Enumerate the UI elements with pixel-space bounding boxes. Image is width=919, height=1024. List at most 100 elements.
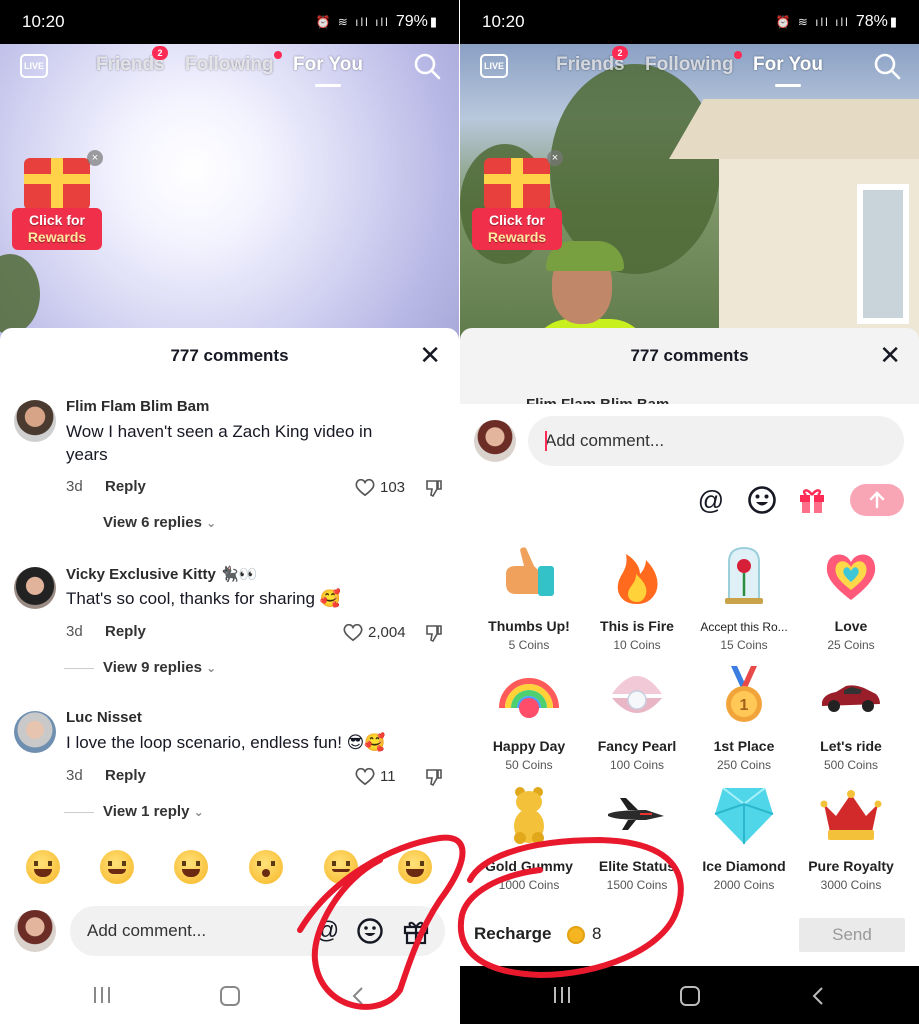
like-count: 103 xyxy=(380,478,406,496)
avatar xyxy=(474,420,516,462)
send-gift-button[interactable]: Send xyxy=(799,918,905,952)
like-button[interactable]: 2,004 xyxy=(342,622,406,642)
tab-following[interactable]: Following xyxy=(645,54,734,76)
dislike-icon[interactable] xyxy=(424,478,444,498)
rewards-line-2: Rewards xyxy=(487,229,547,245)
recharge-button[interactable]: Recharge xyxy=(474,924,551,944)
reply-button[interactable]: Reply xyxy=(105,623,146,640)
system-nav-bar xyxy=(460,966,919,1024)
recent-apps-icon[interactable] xyxy=(552,986,572,1004)
comment-compose-area: Add comment... @ xyxy=(460,404,919,534)
recent-apps-icon[interactable] xyxy=(92,986,112,1004)
heart-icon xyxy=(355,767,375,786)
dislike-icon[interactable] xyxy=(424,623,444,643)
rewards-widget[interactable]: Click for Rewards × xyxy=(472,150,564,250)
rewards-widget[interactable]: Click for Rewards × xyxy=(12,150,104,250)
friends-badge: 2 xyxy=(152,46,168,60)
reply-button[interactable]: Reply xyxy=(105,767,146,784)
gift-name: Fancy Pearl xyxy=(597,738,677,754)
gift-icon[interactable] xyxy=(402,917,430,945)
close-icon[interactable]: ✕ xyxy=(419,342,441,368)
coin-icon xyxy=(567,926,585,944)
status-bar: 10:20 ⏰ ≋ ıll ıll 78% ▮ xyxy=(460,0,919,44)
tab-for-you[interactable]: For You xyxy=(753,54,823,76)
close-icon[interactable]: ✕ xyxy=(879,342,901,368)
sweat-smile-emoji-icon[interactable] xyxy=(398,850,432,884)
back-icon[interactable] xyxy=(350,986,366,1006)
search-icon[interactable] xyxy=(873,52,901,80)
home-icon[interactable] xyxy=(219,986,241,1006)
top-navigation: LIVE Friends 2 Following For You xyxy=(460,46,919,87)
dislike-icon[interactable] xyxy=(424,767,444,787)
battery-icon: ▮ xyxy=(889,14,897,29)
friends-badge: 2 xyxy=(612,46,628,60)
close-rewards-icon[interactable]: × xyxy=(547,150,563,166)
avatar[interactable] xyxy=(14,567,56,609)
active-tab-indicator xyxy=(315,84,341,87)
mention-icon[interactable]: @ xyxy=(313,917,341,945)
comment-text: Wow I haven't seen a Zach King video in … xyxy=(66,422,373,464)
comment-age: 3d xyxy=(66,767,83,784)
signal-wifi-icons: ⏰ ≋ ıll ıll xyxy=(315,15,390,29)
chevron-down-icon: ⌄ xyxy=(206,661,217,675)
view-replies-button[interactable]: View 9 replies ⌄ xyxy=(103,659,216,676)
gift-price: 500 Coins xyxy=(823,758,879,772)
pearl-icon xyxy=(612,676,662,713)
tree-shape xyxy=(0,254,40,334)
gift-price: 5 Coins xyxy=(508,638,550,652)
view-replies-button[interactable]: View 1 reply ⌄ xyxy=(103,803,204,820)
flushed-emoji-icon[interactable] xyxy=(249,850,283,884)
comment-age: 3d xyxy=(66,623,83,640)
heart-icon xyxy=(343,623,363,642)
left-screenshot: 10:20 ⏰ ≋ ıll ıll 79% ▮ LIVE Friends 2 F… xyxy=(0,0,459,1024)
rewards-line-1: Click for xyxy=(28,212,85,228)
comment-username[interactable]: Flim Flam Blim Bam xyxy=(66,398,209,415)
quick-emoji-row xyxy=(0,850,459,890)
comment-username[interactable]: Luc Nisset xyxy=(66,709,142,726)
gift-name: This is Fire xyxy=(600,618,674,634)
chevron-down-icon: ⌄ xyxy=(206,516,217,530)
like-button[interactable]: 11 xyxy=(354,766,396,786)
home-icon[interactable] xyxy=(679,986,701,1006)
emoji-picker-icon[interactable] xyxy=(746,484,778,516)
gift-price: 3000 Coins xyxy=(820,878,882,892)
like-button[interactable]: 103 xyxy=(354,477,405,497)
grin-emoji-icon[interactable] xyxy=(26,850,60,884)
gift-price: 100 Coins xyxy=(609,758,665,772)
smiling-hearts-emoji-icon[interactable] xyxy=(100,850,134,884)
avatar[interactable] xyxy=(14,400,56,442)
tab-following[interactable]: Following xyxy=(185,54,274,76)
smirk-emoji-icon[interactable] xyxy=(324,850,358,884)
following-dot xyxy=(274,51,282,59)
gift-price: 250 Coins xyxy=(716,758,772,772)
active-tab-indicator xyxy=(775,84,801,87)
tears-of-joy-emoji-icon[interactable] xyxy=(174,850,208,884)
comment-input[interactable]: Add comment... xyxy=(70,906,445,956)
gift-name: Gold Gummy xyxy=(485,858,573,874)
back-icon[interactable] xyxy=(810,986,826,1006)
gift-icon[interactable] xyxy=(796,484,828,516)
comments-count-title: 777 comments xyxy=(170,346,289,365)
tab-for-you[interactable]: For You xyxy=(293,54,363,76)
send-comment-button[interactable] xyxy=(850,484,904,516)
view-replies-label: View 1 reply xyxy=(103,803,190,820)
avatar[interactable] xyxy=(14,711,56,753)
comment-age: 3d xyxy=(66,478,83,495)
emoji-picker-icon[interactable] xyxy=(356,917,384,945)
mention-icon[interactable]: @ xyxy=(695,484,727,516)
battery-level: 79% xyxy=(395,13,428,30)
reply-button[interactable]: Reply xyxy=(105,478,146,495)
text-caret xyxy=(545,431,547,451)
comment-text: That's so cool, thanks for sharing 🥰 xyxy=(66,589,341,608)
view-replies-button[interactable]: View 6 replies ⌄ xyxy=(103,514,216,531)
comment-input[interactable]: Add comment... xyxy=(528,416,904,466)
gift-price: 25 Coins xyxy=(827,638,875,652)
recharge-bar: Recharge 8 Send xyxy=(460,904,919,966)
live-button[interactable]: LIVE xyxy=(480,54,508,78)
comment-username[interactable]: Vicky Exclusive Kitty 🐈‍⬛👀 xyxy=(66,565,257,583)
gift-price: 15 Coins xyxy=(720,638,768,652)
live-button[interactable]: LIVE xyxy=(20,54,48,78)
gift-name: Love xyxy=(834,618,868,634)
search-icon[interactable] xyxy=(413,52,441,80)
close-rewards-icon[interactable]: × xyxy=(87,150,103,166)
